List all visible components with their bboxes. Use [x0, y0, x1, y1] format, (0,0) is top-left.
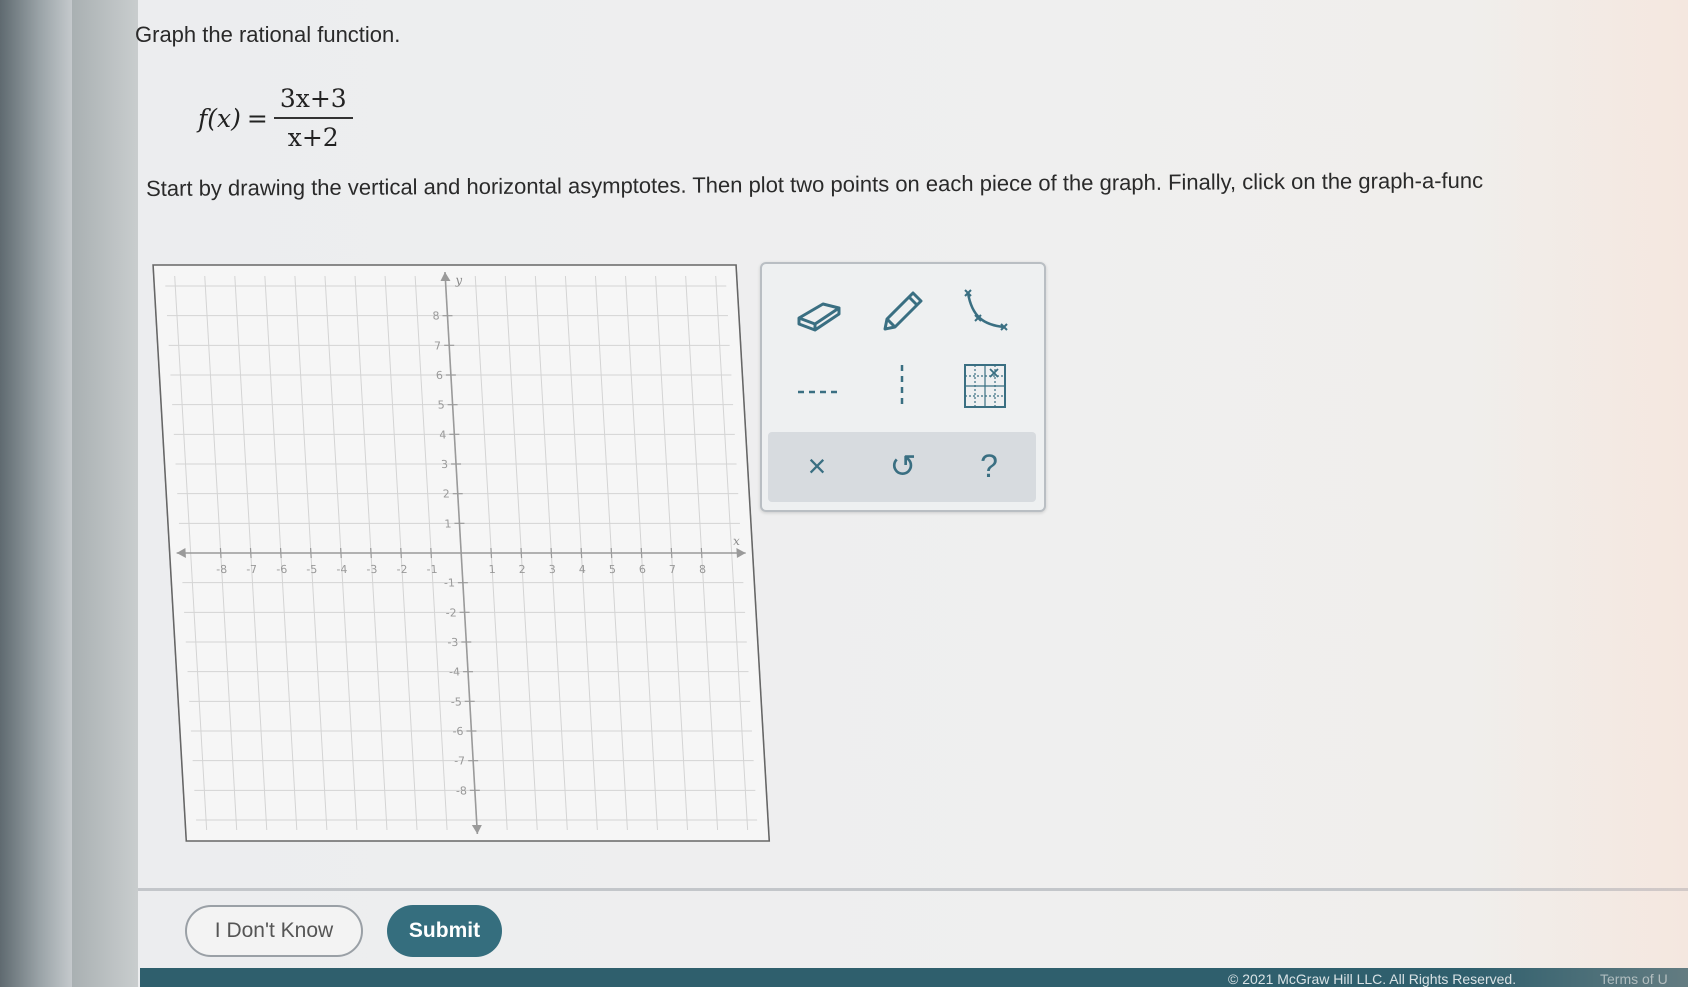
y-tick-label: -7: [454, 755, 466, 768]
x-tick-label: -8: [216, 563, 228, 576]
eraser-tool[interactable]: [784, 284, 854, 344]
x-tick-label: 7: [669, 563, 677, 576]
undo-button[interactable]: ↺: [868, 436, 938, 496]
coordinate-grid[interactable]: x y -8 -7 -6 -5 -4 -3 -2 -1 1 2 3 4 5 6 7 8 8 7 6 5 4 3 2 1 -1 -2 -3…: [152, 264, 771, 842]
clear-button[interactable]: ×: [782, 436, 852, 496]
x-tick: [279, 548, 282, 558]
submit-button[interactable]: Submit: [387, 905, 502, 957]
y-tick-label: 2: [442, 488, 450, 501]
close-icon: ×: [807, 447, 827, 484]
x-tick-label: -5: [306, 563, 318, 576]
y-tick-label: 4: [439, 428, 447, 441]
y-axis-label: y: [454, 273, 463, 287]
left-margin-strip: [72, 0, 138, 987]
eraser-icon: [793, 296, 845, 332]
function-formula: f(x) = 3x+3 x+2: [198, 78, 353, 158]
pencil-tool[interactable]: [867, 282, 937, 342]
x-tick-label: -1: [426, 563, 438, 576]
y-tick-label: -8: [456, 784, 468, 797]
grid-toggle-tool[interactable]: [950, 356, 1020, 416]
help-button[interactable]: ?: [954, 436, 1024, 496]
x-tick: [640, 548, 643, 558]
y-tick-label: 3: [441, 458, 449, 471]
x-tick-label: 1: [488, 563, 496, 576]
help-icon: ?: [980, 447, 998, 484]
x-tick-label: -6: [276, 563, 288, 576]
x-tick-label: -4: [336, 563, 348, 576]
dashed-horizontal-line-icon: [796, 387, 842, 397]
copyright-text: © 2021 McGraw Hill LLC. All Rights Reser…: [1228, 971, 1517, 987]
question-title: Graph the rational function.: [135, 22, 401, 47]
y-tick-label: -4: [449, 666, 461, 679]
dashed-vertical-line-icon: [897, 363, 907, 409]
y-tick-label: -5: [450, 695, 462, 708]
x-tick: [490, 548, 493, 558]
x-tick: [400, 548, 402, 558]
y-tick-label: 6: [436, 369, 444, 382]
graph-a-function-tool[interactable]: [950, 282, 1020, 342]
x-axis-label: x: [733, 534, 741, 548]
x-tick: [370, 548, 372, 558]
footer-divider: [138, 888, 1688, 891]
graph-tool-panel: × ↺ ?: [760, 262, 1046, 512]
pencil-icon: [877, 287, 927, 337]
y-tick-label: -3: [447, 636, 459, 649]
y-tick-label: 1: [444, 517, 452, 530]
y-tick-label: -1: [444, 577, 456, 590]
x-tick: [520, 548, 523, 558]
fraction: 3x+3 x+2: [273, 84, 353, 152]
terms-link[interactable]: Terms of U: [1600, 971, 1668, 987]
x-tick-label: -3: [366, 563, 378, 576]
x-tick: [430, 548, 432, 558]
x-tick: [550, 548, 553, 558]
x-tick-label: -2: [396, 563, 408, 576]
x-tick-label: 8: [699, 563, 707, 576]
y-tick-label: -6: [452, 725, 464, 738]
fraction-denominator: x+2: [287, 123, 339, 152]
x-tick: [249, 548, 252, 558]
x-tick: [309, 548, 312, 558]
x-tick-label: 3: [548, 563, 556, 576]
grid-icon: [963, 363, 1007, 409]
x-tick: [219, 548, 222, 558]
x-tick-label: 5: [609, 563, 617, 576]
x-tick: [610, 548, 613, 558]
equals-sign: =: [246, 103, 268, 133]
action-row: × ↺ ?: [768, 432, 1036, 502]
x-tick: [340, 548, 342, 558]
x-tick: [670, 548, 673, 558]
y-tick-label: 7: [434, 339, 442, 352]
fraction-numerator: 3x+3: [273, 84, 353, 119]
x-tick: [700, 548, 703, 558]
vertical-asymptote-tool[interactable]: [867, 356, 937, 416]
y-tick-label: -2: [445, 606, 457, 619]
screen-bezel: [0, 0, 72, 987]
x-tick-label: -7: [246, 563, 258, 576]
undo-icon: ↺: [889, 448, 917, 484]
horizontal-asymptote-tool[interactable]: [784, 362, 854, 422]
function-lhs: f(x): [198, 103, 241, 133]
graph-area[interactable]: x y -8 -7 -6 -5 -4 -3 -2 -1 1 2 3 4 5 6 7 8 8 7 6 5 4 3 2 1 -1 -2 -3…: [152, 264, 771, 842]
y-tick-label: 8: [432, 310, 440, 323]
dont-know-button[interactable]: I Don't Know: [185, 905, 363, 957]
x-tick-label: 4: [578, 563, 586, 576]
x-tick-label: 2: [518, 563, 526, 576]
curve-icon: [960, 287, 1010, 337]
y-tick-label: 5: [437, 399, 445, 412]
x-tick: [580, 548, 583, 558]
x-tick-label: 6: [639, 563, 647, 576]
